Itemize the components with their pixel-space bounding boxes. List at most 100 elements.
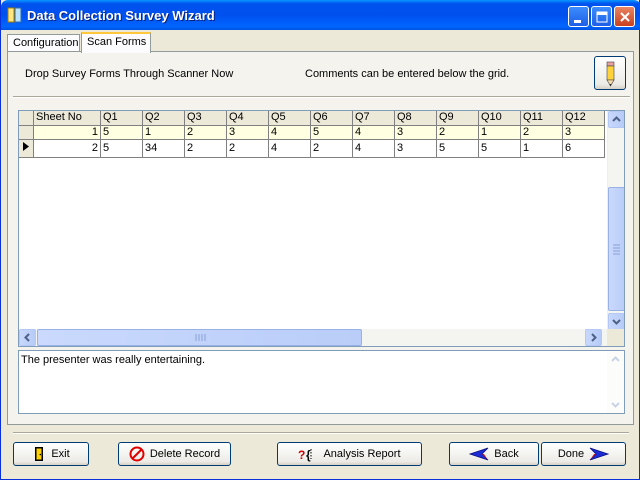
- column-header[interactable]: Q4: [226, 111, 269, 126]
- svg-text:{: {: [306, 448, 311, 462]
- scroll-left-button[interactable]: [19, 329, 36, 346]
- table-row[interactable]: 1 5 1 2 3 4 5 4 3 2 1 2 3: [19, 125, 605, 140]
- analysis-report-button[interactable]: ? { Analysis Report: [277, 442, 422, 466]
- back-arrow-icon: [469, 447, 489, 461]
- grid-vertical-thumb[interactable]: [608, 187, 624, 311]
- column-header[interactable]: Sheet No: [33, 111, 101, 126]
- grid-cell[interactable]: 2: [184, 139, 227, 158]
- back-button[interactable]: Back: [449, 442, 539, 466]
- survey-data-grid[interactable]: Sheet No Q1 Q2 Q3 Q4 Q5 Q6 Q7 Q8 Q9 Q10 …: [18, 110, 625, 347]
- maximize-button[interactable]: [591, 6, 612, 27]
- grid-cell[interactable]: 1: [33, 125, 101, 140]
- grid-cell[interactable]: 5: [436, 139, 479, 158]
- grid-cell[interactable]: 5: [100, 139, 143, 158]
- grid-table: Sheet No Q1 Q2 Q3 Q4 Q5 Q6 Q7 Q8 Q9 Q10 …: [19, 111, 605, 158]
- column-header[interactable]: Q10: [478, 111, 521, 126]
- exit-label: Exit: [51, 448, 70, 460]
- current-row-arrow-icon: [23, 141, 29, 151]
- column-header[interactable]: Q11: [520, 111, 563, 126]
- chevron-down-icon: [612, 319, 621, 325]
- grid-cell[interactable]: 5: [478, 139, 521, 158]
- footer-divider: [13, 432, 629, 434]
- row-indicator[interactable]: [19, 125, 34, 140]
- scroll-down-button[interactable]: [608, 313, 624, 330]
- grid-cell[interactable]: 3: [562, 125, 605, 140]
- comment-vertical-scrollbar[interactable]: [607, 351, 624, 413]
- tab-scan-forms[interactable]: Scan Forms: [81, 32, 151, 53]
- scroll-up-button[interactable]: [608, 111, 624, 128]
- scrollbar-corner: [607, 329, 624, 346]
- grid-cell[interactable]: 3: [226, 125, 269, 140]
- delete-record-label: Delete Record: [149, 448, 221, 460]
- grid-vertical-scrollbar[interactable]: [607, 111, 624, 330]
- column-header[interactable]: Q6: [310, 111, 353, 126]
- column-header[interactable]: Q1: [100, 111, 143, 126]
- table-row[interactable]: 2 5 34 2 2 4 2 4 3 5 5 1 6: [19, 139, 605, 158]
- grid-cell[interactable]: 2: [184, 125, 227, 140]
- grip-icon: [613, 244, 620, 255]
- no-entry-icon: [129, 446, 145, 462]
- column-header[interactable]: Q8: [394, 111, 437, 126]
- grid-cell[interactable]: 5: [310, 125, 353, 140]
- grid-cell[interactable]: 6: [562, 139, 605, 158]
- chevron-left-icon: [24, 333, 30, 342]
- grid-cell[interactable]: 4: [352, 139, 395, 158]
- title-bar[interactable]: Data Collection Survey Wizard: [1, 0, 640, 30]
- delete-record-button[interactable]: Delete Record: [118, 442, 231, 466]
- app-icon: [7, 7, 23, 23]
- edit-comment-button[interactable]: [594, 56, 626, 90]
- comment-textarea[interactable]: The presenter was really entertaining.: [19, 351, 607, 413]
- tab-configuration[interactable]: Configuration: [7, 34, 80, 52]
- column-header[interactable]: Q5: [268, 111, 311, 126]
- forward-arrow-icon: [589, 447, 610, 461]
- grid-cell[interactable]: 3: [394, 125, 437, 140]
- grid-cell[interactable]: 4: [268, 139, 311, 158]
- chevron-right-icon: [591, 333, 597, 342]
- column-header[interactable]: Q3: [184, 111, 227, 126]
- grid-cell[interactable]: 2: [33, 139, 101, 158]
- grid-cell[interactable]: 34: [142, 139, 185, 158]
- instruction-label: Drop Survey Forms Through Scanner Now: [25, 68, 234, 80]
- column-header[interactable]: Q12: [562, 111, 605, 126]
- grid-horizontal-thumb[interactable]: [37, 329, 362, 346]
- disabled-scroll-arrows-icon: [611, 356, 620, 408]
- grid-header-row: Sheet No Q1 Q2 Q3 Q4 Q5 Q6 Q7 Q8 Q9 Q10 …: [19, 111, 605, 126]
- grid-cell[interactable]: 5: [100, 125, 143, 140]
- column-header[interactable]: Q2: [142, 111, 185, 126]
- grid-cell[interactable]: 4: [352, 125, 395, 140]
- close-button[interactable]: [614, 6, 635, 27]
- wizard-window: Data Collection Survey Wizard Configurat…: [0, 0, 640, 480]
- grid-cell[interactable]: 1: [520, 139, 563, 158]
- exit-button[interactable]: Exit: [13, 442, 89, 466]
- analysis-report-label: Analysis Report: [323, 448, 401, 460]
- grid-cell[interactable]: 2: [520, 125, 563, 140]
- scan-forms-panel: Drop Survey Forms Through Scanner Now Co…: [7, 51, 634, 425]
- minimize-button[interactable]: [568, 6, 589, 27]
- divider: [13, 96, 630, 98]
- grid-cell[interactable]: 3: [394, 139, 437, 158]
- window-title: Data Collection Survey Wizard: [27, 8, 215, 23]
- grid-cell[interactable]: 2: [310, 139, 353, 158]
- grid-cell[interactable]: 1: [142, 125, 185, 140]
- column-header[interactable]: Q9: [436, 111, 479, 126]
- back-label: Back: [494, 448, 519, 460]
- done-button[interactable]: Done: [541, 442, 626, 466]
- chevron-up-icon: [612, 116, 621, 122]
- exit-door-icon: [35, 447, 44, 461]
- comment-hint-label: Comments can be entered below the grid.: [305, 68, 510, 80]
- grid-cell[interactable]: 1: [478, 125, 521, 140]
- grid-cell[interactable]: 2: [226, 139, 269, 158]
- pencil-icon: [606, 61, 615, 87]
- comment-box: The presenter was really entertaining.: [18, 350, 625, 414]
- grid-cell[interactable]: 4: [268, 125, 311, 140]
- column-header[interactable]: Q7: [352, 111, 395, 126]
- svg-text:?: ?: [298, 448, 305, 462]
- done-label: Done: [557, 448, 585, 460]
- grid-horizontal-scrollbar[interactable]: [19, 329, 608, 346]
- scroll-right-button[interactable]: [585, 329, 602, 346]
- grid-cell[interactable]: 2: [436, 125, 479, 140]
- grip-icon: [195, 334, 206, 341]
- grid-corner: [19, 111, 34, 126]
- row-indicator[interactable]: [19, 139, 34, 158]
- report-icon: ? {: [298, 448, 312, 462]
